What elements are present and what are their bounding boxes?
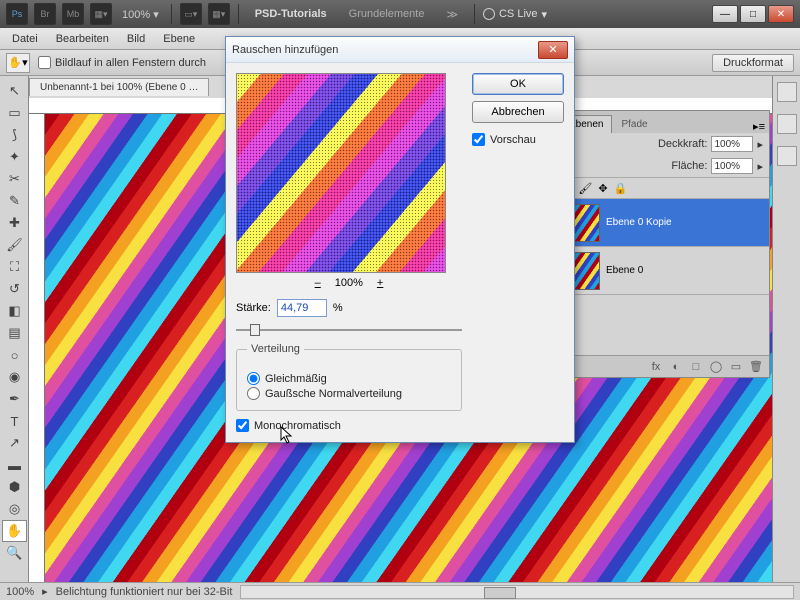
trash-icon[interactable]: 🗑 — [749, 360, 763, 373]
lock-all-icon[interactable]: 🔒 — [614, 182, 628, 195]
strength-slider[interactable] — [236, 321, 462, 339]
cs-live[interactable]: CS Live ▾ — [483, 8, 547, 21]
strength-label: Stärke: — [236, 302, 271, 314]
dialog-title: Rauschen hinzufügen — [232, 44, 338, 56]
layer-name: Ebene 0 Kopie — [606, 217, 672, 228]
add-noise-dialog: Rauschen hinzufügen ✕ – 100% + Stärke: %… — [225, 36, 575, 443]
noise-preview[interactable] — [236, 73, 446, 273]
collapsed-panels — [772, 76, 800, 582]
path-tool[interactable]: ↗ — [2, 432, 27, 454]
menu-datei[interactable]: Datei — [4, 30, 46, 48]
distribution-fieldset: Verteilung Gleichmäßig Gaußsche Normalve… — [236, 349, 462, 411]
scroll-all-windows-checkbox[interactable]: Bildlauf in allen Fenstern durch — [38, 56, 206, 69]
stamp-tool[interactable]: ⛶ — [2, 256, 27, 278]
brush-tool[interactable]: 🖌 — [2, 234, 27, 256]
menu-bild[interactable]: Bild — [119, 30, 153, 48]
distribution-legend: Verteilung — [247, 343, 304, 355]
group-icon[interactable]: ◯ — [709, 360, 723, 373]
dist-uniform-radio[interactable]: Gleichmäßig — [247, 372, 451, 385]
monochromatic-checkbox[interactable]: Monochromatisch — [236, 419, 462, 432]
layers-panel: Ebenen Pfade ▸≡ Deckkraft: 100%▸ Fläche:… — [555, 110, 770, 378]
ok-button[interactable]: OK — [472, 73, 564, 95]
3d-camera-tool[interactable]: ◎ — [2, 498, 27, 520]
dialog-titlebar[interactable]: Rauschen hinzufügen ✕ — [226, 37, 574, 63]
fill-field[interactable]: 100% — [711, 158, 753, 174]
status-bar: 100% ▸ Belichtung funktioniert nur bei 3… — [0, 582, 800, 600]
3d-tool[interactable]: ⬢ — [2, 476, 27, 498]
cancel-button[interactable]: Abbrechen — [472, 101, 564, 123]
current-tool-indicator[interactable]: ✋▾ — [6, 53, 30, 73]
minimize-button[interactable]: — — [712, 5, 738, 23]
percent-label: % — [333, 302, 343, 314]
document-tab[interactable]: Unbenannt-1 bei 100% (Ebene 0 … — [29, 78, 209, 96]
arrange-icon[interactable]: ▦▾ — [90, 3, 112, 25]
pen-tool[interactable]: ✒ — [2, 388, 27, 410]
menu-ebene[interactable]: Ebene — [155, 30, 203, 48]
bridge-icon[interactable]: Br — [34, 3, 56, 25]
hand-tool[interactable]: ✋ — [2, 520, 27, 542]
opacity-label: Deckkraft: — [658, 138, 708, 150]
preview-checkbox[interactable]: Vorschau — [472, 133, 564, 146]
lock-row: ▦ 🖌 ✥ 🔒 — [556, 177, 769, 199]
lock-pixels-icon[interactable]: 🖌 — [578, 182, 592, 195]
menu-bearbeiten[interactable]: Bearbeiten — [48, 30, 117, 48]
close-button[interactable]: ✕ — [768, 5, 794, 23]
lasso-tool[interactable]: ⟆ — [2, 124, 27, 146]
crop-tool[interactable]: ✂ — [2, 168, 27, 190]
history-brush-tool[interactable]: ↺ — [2, 278, 27, 300]
zoom-out-button[interactable]: – — [315, 277, 321, 289]
dodge-tool[interactable]: ◉ — [2, 366, 27, 388]
heal-tool[interactable]: ✚ — [2, 212, 27, 234]
horizontal-scrollbar[interactable] — [240, 585, 794, 599]
ruler-vertical — [29, 114, 45, 582]
fx-icon[interactable]: fx — [649, 361, 663, 373]
extras-icon[interactable]: ▦▾ — [208, 3, 230, 25]
dist-gaussian-radio[interactable]: Gaußsche Normalverteilung — [247, 387, 451, 400]
layer-name: Ebene 0 — [606, 265, 643, 276]
tab-pfade[interactable]: Pfade — [612, 115, 656, 133]
zoom-tool[interactable]: 🔍 — [2, 542, 27, 564]
panel-icon-3[interactable] — [777, 146, 797, 166]
ps-icon[interactable]: Ps — [6, 3, 28, 25]
status-message: Belichtung funktioniert nur bei 32-Bit — [56, 586, 233, 598]
move-tool[interactable]: ↖ — [2, 80, 27, 102]
strength-input[interactable] — [277, 299, 327, 317]
status-zoom[interactable]: 100% — [6, 586, 34, 598]
layer-item[interactable]: Ebene 0 Kopie — [556, 199, 769, 247]
panel-menu-icon[interactable]: ▸≡ — [753, 120, 765, 133]
newlayer-icon[interactable]: ▭ — [729, 360, 743, 373]
gradient-tool[interactable]: ▤ — [2, 322, 27, 344]
eyedropper-tool[interactable]: ✎ — [2, 190, 27, 212]
eraser-tool[interactable]: ◧ — [2, 300, 27, 322]
layer-item[interactable]: Ebene 0 — [556, 247, 769, 295]
dialog-close-button[interactable]: ✕ — [538, 41, 568, 59]
workspace-more[interactable]: ≫ — [438, 5, 466, 24]
lock-position-icon[interactable]: ✥ — [598, 182, 607, 195]
opacity-field[interactable]: 100% — [711, 136, 753, 152]
wand-tool[interactable]: ✦ — [2, 146, 27, 168]
mask-icon[interactable]: ◐ — [669, 361, 683, 373]
screenmode-icon[interactable]: ▭▾ — [180, 3, 202, 25]
blur-tool[interactable]: ○ — [2, 344, 27, 366]
fill-label: Fläche: — [671, 160, 707, 172]
panel-icon-1[interactable] — [777, 82, 797, 102]
adjust-icon[interactable]: □ — [689, 361, 703, 373]
workspace-grundelemente[interactable]: Grundelemente — [341, 5, 433, 23]
panel-icon-2[interactable] — [777, 114, 797, 134]
shape-tool[interactable]: ▬ — [2, 454, 27, 476]
maximize-button[interactable]: □ — [740, 5, 766, 23]
minibridge-icon[interactable]: Mb — [62, 3, 84, 25]
app-header: Ps Br Mb ▦▾ 100% ▾ ▭▾ ▦▾ PSD-Tutorials G… — [0, 0, 800, 28]
print-format-button[interactable]: Druckformat — [712, 54, 794, 72]
tools-panel: ↖ ▭ ⟆ ✦ ✂ ✎ ✚ 🖌 ⛶ ↺ ◧ ▤ ○ ◉ ✒ T ↗ ▬ ⬢ ◎ … — [0, 76, 29, 582]
layers-footer: fx ◐ □ ◯ ▭ 🗑 — [556, 355, 769, 377]
type-tool[interactable]: T — [2, 410, 27, 432]
zoom-in-button[interactable]: + — [377, 277, 383, 289]
zoom-indicator[interactable]: 100% ▾ — [118, 8, 163, 21]
zoom-percent: 100% — [335, 277, 363, 289]
status-info-icon[interactable]: ▸ — [42, 585, 48, 598]
workspace-psd-tutorials[interactable]: PSD-Tutorials — [247, 5, 335, 23]
marquee-tool[interactable]: ▭ — [2, 102, 27, 124]
